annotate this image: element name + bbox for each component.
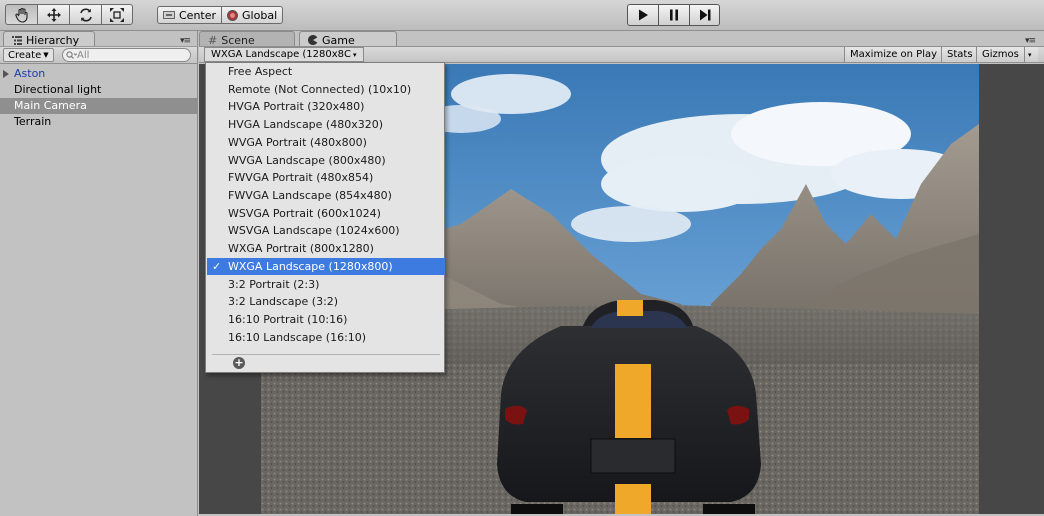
menu-item-label: 16:10 Portrait (10:16) — [228, 313, 348, 327]
rotate-tool-button[interactable] — [69, 4, 101, 25]
menu-item-label: WXGA Portrait (800x1280) — [228, 242, 374, 255]
hand-icon — [14, 7, 28, 23]
main-toolbar: Center Global — [0, 0, 1044, 31]
menu-item-wxga-portrait[interactable]: WXGA Portrait (800x1280) — [207, 240, 445, 257]
menu-item-wsvga-landscape[interactable]: WSVGA Landscape (1024x600) — [207, 222, 445, 239]
hierarchy-item-directional-light[interactable]: Directional light — [0, 82, 197, 98]
search-placeholder: All — [77, 49, 90, 61]
gizmos-dropdown-arrow[interactable]: ▾ — [1024, 47, 1038, 62]
pivot-label: Center — [179, 8, 217, 22]
create-label: Create — [8, 49, 42, 61]
chevron-down-icon: ▾ — [1028, 50, 1032, 59]
menu-item-label: 3:2 Landscape (3:2) — [228, 295, 339, 309]
pacman-icon — [308, 35, 318, 45]
playback-controls — [627, 4, 720, 26]
aspect-value: WXGA Landscape (1280x8C — [211, 49, 352, 60]
menu-item-hvga-portrait[interactable]: HVGA Portrait (320x480) — [207, 98, 445, 115]
menu-item-wsvga-portrait[interactable]: WSVGA Portrait (600x1024) — [207, 205, 445, 222]
globe-icon — [227, 9, 239, 21]
menu-item-label: HVGA Portrait (320x480) — [228, 100, 365, 114]
move-tool-button[interactable] — [37, 4, 69, 25]
menu-item-label: WVGA Landscape (800x480) — [228, 153, 386, 167]
step-button[interactable] — [689, 4, 720, 26]
menu-item-label: WVGA Portrait (480x800) — [228, 135, 367, 149]
pivot-controls: Center Global — [157, 6, 284, 24]
space-label: Global — [242, 8, 278, 22]
menu-item-label: WSVGA Portrait (600x1024) — [228, 206, 381, 220]
center-icon — [163, 11, 175, 19]
hierarchy-panel: Hierarchy ▾≡ Create ▼ All Aston Directio… — [0, 31, 198, 516]
menu-item-label: Free Aspect — [228, 65, 293, 78]
menu-item-wvga-portrait[interactable]: WVGA Portrait (480x800) — [207, 134, 445, 151]
game-toolbar: WXGA Landscape (1280x8C ▾ Maximize on Pl… — [199, 46, 1044, 63]
pivot-center-button[interactable]: Center — [157, 6, 222, 24]
play-icon — [639, 9, 648, 21]
aspect-ratio-dropdown[interactable]: WXGA Landscape (1280x8C ▾ — [204, 47, 364, 62]
hierarchy-item-main-camera[interactable]: Main Camera — [0, 98, 197, 114]
maximize-label: Maximize on Play — [850, 49, 938, 60]
menu-item-16-10-landscape[interactable]: 16:10 Landscape (16:10) — [207, 329, 445, 346]
menu-item-fwvga-landscape[interactable]: FWVGA Landscape (854x480) — [207, 187, 445, 204]
hierarchy-item-aston[interactable]: Aston — [0, 66, 197, 82]
hierarchy-item-label: Directional light — [14, 83, 102, 96]
hierarchy-item-label: Aston — [14, 67, 46, 80]
stats-label: Stats — [947, 49, 973, 60]
pause-button[interactable] — [658, 4, 689, 26]
gizmos-label: Gizmos — [982, 49, 1019, 60]
menu-item-wvga-landscape[interactable]: WVGA Landscape (800x480) — [207, 152, 445, 169]
create-dropdown[interactable]: Create ▼ — [3, 48, 54, 62]
tab-game-label: Game — [322, 33, 355, 47]
expand-arrow-icon[interactable] — [3, 70, 9, 78]
panel-menu-icon[interactable]: ▾≡ — [180, 36, 191, 46]
step-icon — [699, 9, 710, 21]
menu-item-wxga-landscape[interactable]: ✓ WXGA Landscape (1280x800) — [207, 258, 445, 275]
chevron-down-icon: ▾ — [353, 50, 357, 59]
hand-tool-button[interactable] — [5, 4, 37, 25]
gizmos-toggle[interactable]: Gizmos — [976, 47, 1024, 62]
menu-item-label: FWVGA Portrait (480x854) — [228, 171, 374, 185]
rotate-icon — [79, 7, 92, 22]
move-icon — [46, 7, 61, 22]
hierarchy-item-label: Terrain — [14, 115, 52, 128]
hierarchy-toolbar: Create ▼ All — [0, 46, 197, 64]
hierarchy-search-input[interactable]: All — [62, 48, 191, 62]
stats-toggle[interactable]: Stats — [941, 47, 978, 62]
menu-item-hvga-landscape[interactable]: HVGA Landscape (480x320) — [207, 116, 445, 133]
tab-hierarchy-label: Hierarchy — [26, 33, 80, 47]
maximize-on-play-toggle[interactable]: Maximize on Play — [844, 47, 943, 62]
chevron-down-icon: ▼ — [43, 51, 49, 59]
hash-icon: # — [208, 33, 218, 47]
menu-item-16-10-portrait[interactable]: 16:10 Portrait (10:16) — [207, 311, 445, 328]
menu-separator — [212, 354, 440, 355]
menu-item-label: Remote (Not Connected) (10x10) — [228, 82, 412, 96]
hierarchy-item-terrain[interactable]: Terrain — [0, 114, 197, 130]
scale-tool-button[interactable] — [101, 4, 133, 25]
list-icon — [12, 35, 22, 45]
hierarchy-list: Aston Directional light Main Camera Terr… — [0, 66, 197, 130]
tab-scene-label: Scene — [221, 33, 255, 47]
scale-icon — [110, 7, 124, 22]
menu-item-fwvga-portrait[interactable]: FWVGA Portrait (480x854) — [207, 169, 445, 186]
checkmark-icon: ✓ — [212, 260, 222, 273]
menu-item-remote[interactable]: Remote (Not Connected) (10x10) — [207, 81, 445, 98]
menu-item-label: WSVGA Landscape (1024x600) — [228, 224, 400, 238]
aspect-ratio-menu: Free Aspect Remote (Not Connected) (10x1… — [205, 62, 445, 373]
menu-item-label: WXGA Landscape (1280x800) — [228, 260, 393, 273]
menu-item-3-2-landscape[interactable]: 3:2 Landscape (3:2) — [207, 293, 445, 310]
transform-tools — [5, 4, 133, 25]
search-icon — [66, 50, 77, 59]
game-panel-menu-icon[interactable]: ▾≡ — [1025, 36, 1036, 46]
add-aspect-icon[interactable]: + — [233, 357, 245, 369]
menu-item-label: 3:2 Portrait (2:3) — [228, 277, 320, 291]
pause-icon — [670, 9, 678, 21]
menu-item-3-2-portrait[interactable]: 3:2 Portrait (2:3) — [207, 276, 445, 293]
play-button[interactable] — [627, 4, 658, 26]
pivot-global-button[interactable]: Global — [221, 6, 284, 24]
hierarchy-item-label: Main Camera — [14, 99, 87, 112]
menu-item-label: FWVGA Landscape (854x480) — [228, 188, 392, 202]
menu-item-free-aspect[interactable]: Free Aspect — [207, 63, 445, 80]
menu-item-label: HVGA Landscape (480x320) — [228, 118, 384, 132]
menu-item-label: 16:10 Landscape (16:10) — [228, 330, 367, 344]
